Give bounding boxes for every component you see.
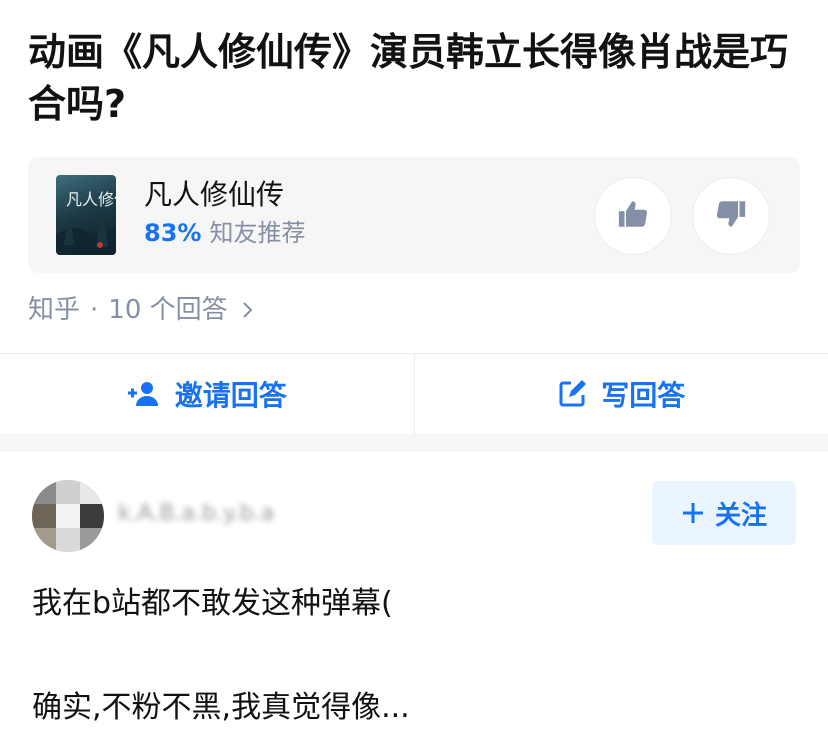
author-name[interactable]: k.A.B.a.b.y.b.a <box>118 500 274 528</box>
follow-button[interactable]: 关注 <box>652 481 796 545</box>
question-page: 动画《凡人修仙传》演员韩立长得像肖战是巧合吗? 凡人修仙传 凡人修仙传 83%知… <box>0 0 828 732</box>
answer-count: 10 个回答 <box>108 295 228 325</box>
add-person-icon <box>127 380 161 408</box>
action-bar: 邀请回答 写回答 <box>0 353 828 435</box>
source-label: 知乎 <box>28 295 81 325</box>
media-name[interactable]: 凡人修仙传 <box>144 177 284 213</box>
meta-separator: · <box>90 295 99 325</box>
edit-icon <box>557 379 587 409</box>
write-answer-button[interactable]: 写回答 <box>415 354 828 434</box>
thumb-up-button[interactable] <box>594 177 672 255</box>
question-meta[interactable]: 知乎 · 10 个回答 <box>28 292 254 328</box>
thumb-down-button[interactable] <box>692 177 770 255</box>
section-gap <box>0 434 828 452</box>
answer-line-2: 确实,不粉不黑,我真觉得像... <box>32 690 410 725</box>
thumb-down-icon <box>714 197 748 235</box>
plus-icon <box>681 501 705 525</box>
media-cover-image: 凡人修仙传 <box>56 175 116 255</box>
recommend-label: 知友推荐 <box>209 219 306 247</box>
avatar[interactable] <box>32 480 104 552</box>
invite-answer-button[interactable]: 邀请回答 <box>0 354 414 434</box>
answer-line-1: 我在b站都不敢发这种弹幕( <box>32 586 393 621</box>
media-card[interactable]: 凡人修仙传 凡人修仙传 83%知友推荐 <box>28 157 800 273</box>
follow-label: 关注 <box>714 500 767 531</box>
question-title[interactable]: 动画《凡人修仙传》演员韩立长得像肖战是巧合吗? <box>28 26 798 130</box>
answer-excerpt[interactable]: 我在b站都不敢发这种弹幕( 确实,不粉不黑,我真觉得像... <box>32 580 796 732</box>
chevron-right-icon <box>242 301 254 319</box>
invite-answer-label: 邀请回答 <box>174 379 287 412</box>
recommend-percent: 83% <box>144 219 202 247</box>
write-answer-label: 写回答 <box>601 379 686 412</box>
cover-calligraphy: 凡人修仙传 <box>66 190 116 209</box>
media-rating: 83% 知友推荐 <box>144 217 305 249</box>
thumb-up-icon <box>616 197 650 235</box>
